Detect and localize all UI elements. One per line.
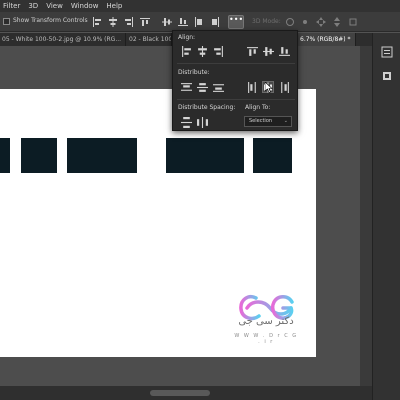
distribute-left-icon[interactable] [194, 17, 204, 27]
popup-divider-2 [177, 99, 295, 100]
canvas-rectangle-1[interactable] [0, 138, 10, 173]
right-panel-dock [372, 33, 400, 400]
watermark-title: دکتر سی جی [238, 316, 294, 327]
horizontal-scroll-thumb[interactable] [150, 390, 210, 396]
3d-roll-icon [300, 17, 310, 27]
align-right-edges-icon[interactable] [124, 17, 134, 27]
align-left-edges-icon[interactable] [92, 17, 102, 27]
distribute-right-edges-icon[interactable] [278, 81, 290, 93]
popup-align-left-icon[interactable] [180, 45, 192, 57]
3d-pan-icon [316, 17, 326, 27]
tab-document-active[interactable]: 6.7% (RGB/8#) * [298, 33, 356, 46]
canvas-rectangle-3[interactable] [67, 138, 137, 173]
menu-window[interactable]: Window [71, 2, 99, 10]
popup-align-top-icon[interactable] [246, 45, 258, 57]
popup-divider-1 [177, 63, 295, 64]
distribute-horizontal-spacing-icon[interactable] [196, 116, 208, 128]
align-to-select[interactable]: Selection ⌄ [244, 116, 292, 127]
vertical-scrollbar[interactable] [360, 46, 372, 386]
more-options-button[interactable]: ••• [228, 15, 244, 29]
3d-slide-icon [332, 17, 342, 27]
menu-bar: Filter 3D View Window Help [0, 0, 400, 12]
tab-document-1[interactable]: 05 - White 100-50-2.jpg @ 10.9% (RG... [0, 33, 126, 46]
3d-mode-label: 3D Mode: [252, 18, 281, 25]
align-section-label: Align: [178, 34, 196, 41]
menu-view[interactable]: View [46, 2, 63, 10]
tab-document-2[interactable]: 02 - Black 100... [127, 33, 172, 46]
align-to-value: Selection [249, 118, 273, 124]
menu-filter[interactable]: Filter [3, 2, 20, 10]
menu-3d[interactable]: 3D [28, 2, 38, 10]
character-panel-icon[interactable] [381, 67, 393, 80]
distribute-vertical-spacing-icon[interactable] [180, 116, 192, 128]
distribute-spacing-label: Distribute Spacing: [178, 104, 236, 111]
chevron-down-icon: ⌄ [283, 118, 288, 124]
watermark-url: W W W . D r C G . i r [234, 333, 298, 345]
panel-toggle-icon[interactable] [381, 43, 393, 58]
align-horizontal-centers-icon[interactable] [108, 17, 118, 27]
distribute-left-edges-icon[interactable] [246, 81, 258, 93]
align-bottom-edges-icon[interactable] [178, 17, 188, 27]
align-vertical-centers-icon[interactable] [162, 17, 172, 27]
distribute-vcenter-icon[interactable] [196, 81, 208, 93]
canvas-rectangle-4[interactable] [166, 138, 244, 173]
options-bar: Show Transform Controls ••• 3D Mode: [0, 12, 400, 32]
3d-rotate-icon [285, 17, 295, 27]
canvas-rectangle-2[interactable] [21, 138, 57, 173]
align-to-label: Align To: [245, 104, 271, 111]
show-transform-label: Show Transform Controls [13, 17, 88, 24]
show-transform-checkbox[interactable] [3, 18, 10, 25]
popup-align-bottom-icon[interactable] [278, 45, 290, 57]
distribute-right-icon[interactable] [210, 17, 220, 27]
popup-align-right-icon[interactable] [212, 45, 224, 57]
3d-scale-icon [348, 17, 358, 27]
distribute-top-icon[interactable] [180, 81, 192, 93]
status-bar [0, 386, 372, 400]
popup-align-vcenter-icon[interactable] [262, 45, 274, 57]
align-top-edges-icon[interactable] [140, 17, 150, 27]
distribute-section-label: Distribute: [178, 69, 210, 76]
menu-help[interactable]: Help [106, 2, 122, 10]
mouse-cursor-icon [265, 82, 273, 93]
canvas-rectangle-5[interactable] [253, 138, 292, 173]
popup-align-hcenter-icon[interactable] [196, 45, 208, 57]
distribute-bottom-icon[interactable] [212, 81, 224, 93]
